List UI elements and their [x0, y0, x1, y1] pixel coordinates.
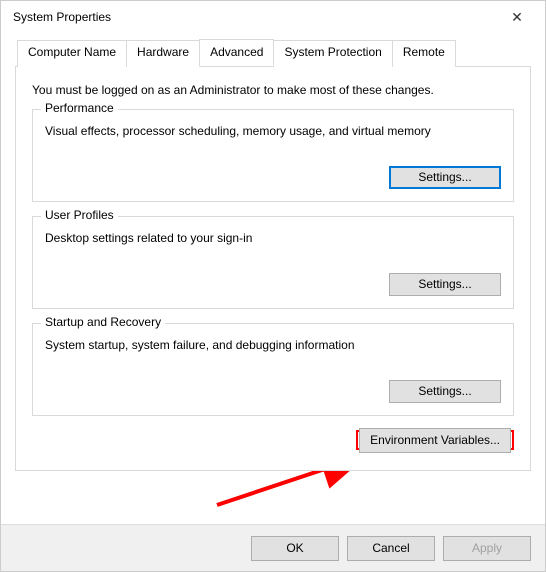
tab-system-protection[interactable]: System Protection	[273, 40, 392, 67]
cancel-button[interactable]: Cancel	[347, 536, 435, 561]
tab-strip: Computer Name Hardware Advanced System P…	[15, 39, 531, 66]
group-startup-desc: System startup, system failure, and debu…	[45, 338, 501, 352]
intro-text: You must be logged on as an Administrato…	[32, 83, 514, 97]
window-title: System Properties	[13, 10, 497, 24]
tab-remote[interactable]: Remote	[392, 40, 456, 67]
dialog-button-bar: OK Cancel Apply	[1, 524, 545, 571]
tab-hardware[interactable]: Hardware	[126, 40, 200, 67]
title-bar: System Properties ✕	[1, 1, 545, 33]
group-performance-desc: Visual effects, processor scheduling, me…	[45, 124, 501, 138]
group-performance: Performance Visual effects, processor sc…	[32, 109, 514, 202]
apply-button[interactable]: Apply	[443, 536, 531, 561]
tab-panel-advanced: You must be logged on as an Administrato…	[15, 66, 531, 471]
tab-computer-name[interactable]: Computer Name	[17, 40, 127, 67]
performance-settings-button[interactable]: Settings...	[389, 166, 501, 189]
group-user-profiles-desc: Desktop settings related to your sign-in	[45, 231, 501, 245]
tab-advanced[interactable]: Advanced	[199, 39, 274, 66]
group-startup-legend: Startup and Recovery	[41, 315, 165, 329]
highlight-box: Environment Variables...	[356, 430, 514, 450]
user-profiles-settings-button[interactable]: Settings...	[389, 273, 501, 296]
ok-button[interactable]: OK	[251, 536, 339, 561]
environment-variables-button[interactable]: Environment Variables...	[359, 428, 511, 453]
startup-settings-button[interactable]: Settings...	[389, 380, 501, 403]
group-user-profiles-legend: User Profiles	[41, 208, 118, 222]
group-performance-legend: Performance	[41, 101, 118, 115]
group-startup-recovery: Startup and Recovery System startup, sys…	[32, 323, 514, 416]
close-icon[interactable]: ✕	[497, 9, 537, 26]
content-area: Computer Name Hardware Advanced System P…	[1, 33, 545, 483]
group-user-profiles: User Profiles Desktop settings related t…	[32, 216, 514, 309]
